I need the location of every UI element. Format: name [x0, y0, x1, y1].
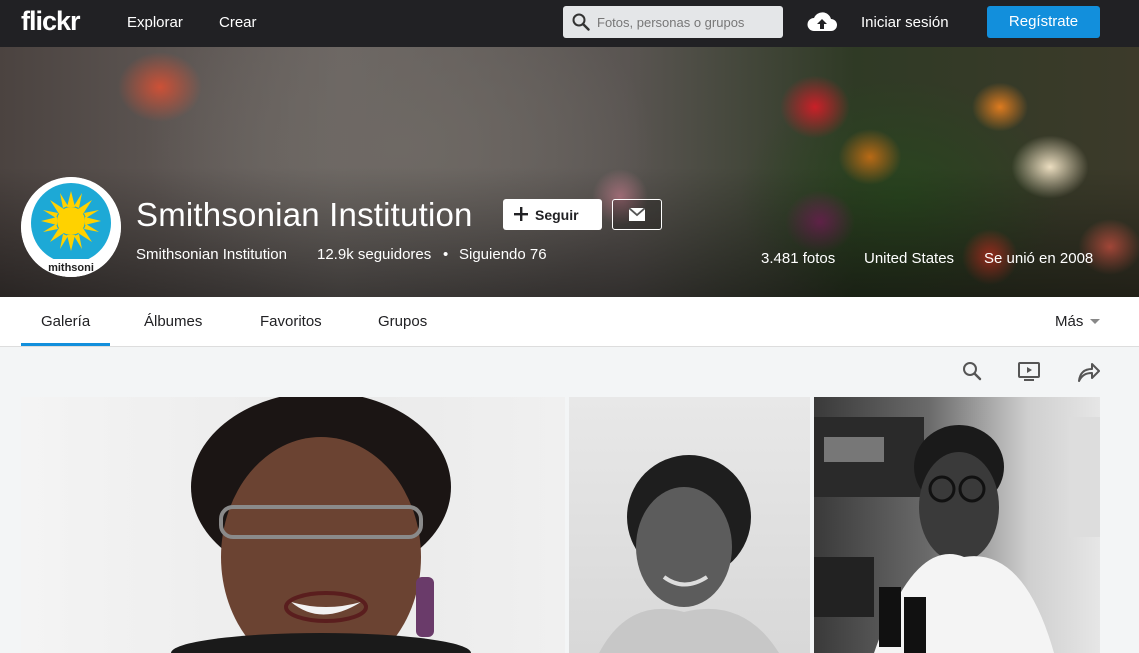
- tab-albumes[interactable]: Álbumes: [144, 313, 202, 330]
- mail-icon: [629, 208, 645, 221]
- gallery-photo-3[interactable]: [814, 397, 1100, 653]
- active-tab-indicator: [21, 343, 110, 346]
- joined-date: Se unió en 2008: [984, 250, 1094, 267]
- tab-grupos[interactable]: Grupos: [378, 313, 427, 330]
- tab-favoritos[interactable]: Favoritos: [260, 313, 322, 330]
- photo-scientist-microscope-bw: [814, 417, 1100, 653]
- slideshow-icon[interactable]: [1018, 361, 1040, 381]
- upload-cloud-icon[interactable]: [806, 9, 838, 33]
- tab-galeria[interactable]: Galería: [41, 313, 90, 330]
- caret-down-icon[interactable]: [1090, 319, 1100, 324]
- follow-button[interactable]: Seguir: [503, 199, 602, 230]
- separator-dot: •: [443, 246, 449, 263]
- search-box[interactable]: [563, 6, 783, 38]
- location: United States: [864, 250, 955, 267]
- more-menu[interactable]: Más: [1055, 313, 1083, 330]
- gallery-photo-2[interactable]: [569, 397, 810, 653]
- avatar-text: mithsoni: [48, 262, 94, 274]
- profile-real-name: Smithsonian Institution: [136, 246, 287, 263]
- page-title: Smithsonian Institution: [136, 196, 473, 233]
- signin-link[interactable]: Iniciar sesión: [861, 14, 949, 31]
- search-photos-icon[interactable]: [962, 361, 982, 381]
- smithsonian-sun-logo: mithsoni: [21, 177, 121, 277]
- photo-woman-glasses: [171, 397, 471, 653]
- mail-button[interactable]: [612, 199, 662, 230]
- following-link[interactable]: Siguiendo 76: [459, 246, 547, 263]
- search-icon: [572, 13, 590, 31]
- top-navbar: flickr Explorar Crear Iniciar sesión Reg…: [0, 0, 1139, 47]
- signup-button[interactable]: Regístrate: [987, 6, 1100, 38]
- followers-link[interactable]: 12.9k seguidores: [317, 246, 431, 263]
- avatar[interactable]: mithsoni: [21, 177, 121, 277]
- flickr-logo[interactable]: flickr: [21, 6, 81, 37]
- gallery-photo-1[interactable]: [21, 397, 565, 653]
- share-icon[interactable]: [1077, 361, 1101, 383]
- nav-crear[interactable]: Crear: [219, 14, 257, 31]
- photo-count: 3.481 fotos: [761, 250, 836, 267]
- photo-woman-portrait-bw: [599, 455, 779, 653]
- plus-icon: [514, 207, 528, 221]
- follow-label: Seguir: [535, 207, 579, 223]
- search-input[interactable]: [597, 6, 777, 38]
- nav-explorar[interactable]: Explorar: [127, 14, 183, 31]
- profile-tabs: Galería Álbumes Favoritos Grupos Más: [0, 297, 1139, 347]
